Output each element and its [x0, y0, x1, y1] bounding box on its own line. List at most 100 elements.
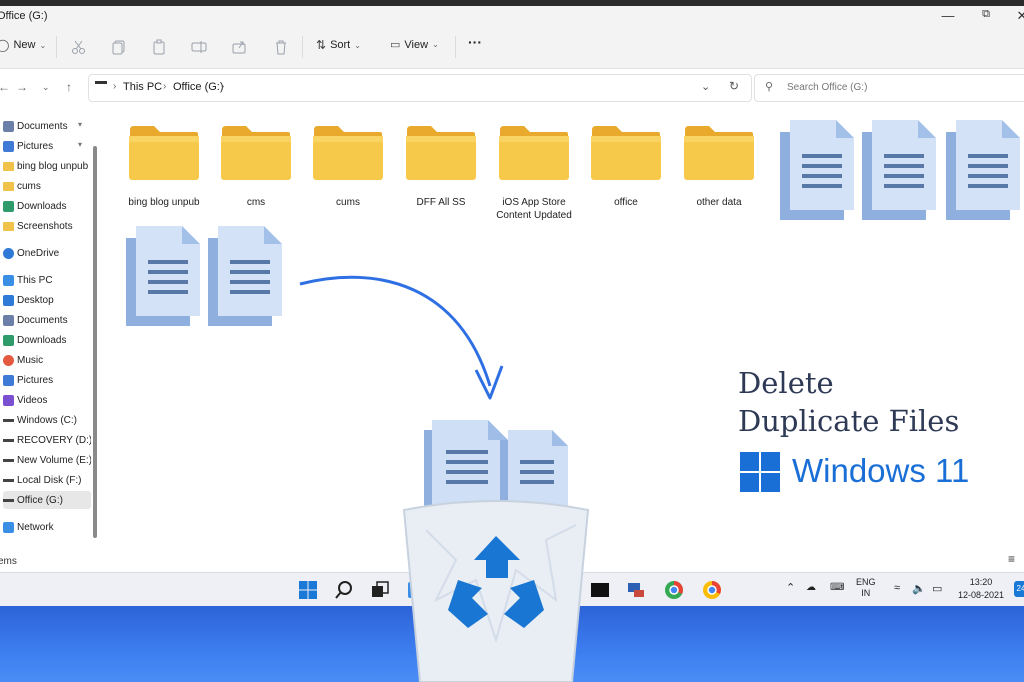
pc-icon — [95, 81, 107, 92]
sidebar-item-music[interactable]: Music — [3, 351, 91, 369]
chrome-profile-icon[interactable] — [702, 580, 722, 600]
pin-icon: ▾ — [78, 120, 83, 129]
sort-button[interactable]: ⇅ Sort ⌄ — [316, 38, 361, 52]
view-icon: ▭ — [390, 39, 401, 51]
search-input[interactable]: ⚲ Search Office (G:) — [754, 74, 1024, 102]
notification-badge[interactable]: 24 — [1014, 581, 1024, 597]
windows-11-wordmark: Windows 11 — [792, 452, 970, 489]
share-icon[interactable] — [230, 38, 248, 56]
downloads-icon — [3, 200, 14, 212]
sidebar-item-label: Local Disk (F:) — [17, 474, 82, 486]
drive-icon — [3, 498, 14, 502]
restore-icon[interactable]: ⧉ — [978, 8, 994, 21]
pc-icon — [3, 274, 14, 286]
clock[interactable]: 13:20 12-08-2021 — [958, 576, 1004, 602]
promo-line-2: Duplicate Files — [738, 404, 960, 438]
sidebar-item-videos[interactable]: Videos — [3, 391, 91, 409]
new-button[interactable]: ◯ New ⌄ — [0, 38, 46, 52]
sidebar-item-downloads[interactable]: Downloads — [3, 331, 91, 349]
keyboard-icon[interactable]: ⌨ — [830, 582, 844, 593]
delete-icon[interactable] — [272, 38, 290, 56]
refresh-icon[interactable]: ↻ — [729, 79, 739, 93]
sidebar-item-cums[interactable]: cums — [3, 177, 91, 195]
command-bar: ◯ New ⌄ ⇅ Sort ⌄ ▭ View ⌄ ··· — [0, 28, 1024, 69]
back-icon[interactable]: ← — [0, 80, 10, 94]
toolbar-divider — [56, 36, 57, 58]
folder-name: DFF All SS — [416, 197, 466, 208]
breadcrumb-this-pc[interactable]: This PC — [123, 81, 162, 93]
volume-icon[interactable]: 🔈 — [912, 582, 926, 595]
wifi-icon[interactable]: ≈ — [894, 582, 900, 594]
folder-icon — [313, 126, 383, 180]
copy-icon[interactable] — [110, 38, 128, 56]
document-icon[interactable] — [778, 118, 856, 222]
sidebar-item-network[interactable]: Network — [3, 518, 91, 536]
sidebar-item-downloads[interactable]: Downloads — [3, 197, 91, 215]
sidebar-item-recovery-d[interactable]: RECOVERY (D:) — [3, 431, 91, 449]
sidebar-scrollbar[interactable] — [93, 146, 97, 538]
new-icon: ◯ — [0, 38, 10, 52]
sidebar-item-documents[interactable]: Documents — [3, 311, 91, 329]
folder-icon — [684, 126, 754, 180]
sidebar-item-onedrive[interactable]: OneDrive — [3, 244, 91, 262]
breadcrumb-separator: › — [163, 81, 167, 92]
pictures-icon — [3, 374, 14, 386]
sidebar-item-new-volume-e[interactable]: New Volume (E:) — [3, 451, 91, 469]
sidebar-item-local-disk-f[interactable]: Local Disk (F:) — [3, 471, 91, 489]
sidebar-item-label: New Volume (E:) — [17, 454, 91, 466]
sidebar-item-this-pc[interactable]: This PC — [3, 271, 91, 289]
address-dropdown-icon[interactable]: ⌄ — [701, 80, 710, 93]
start-icon[interactable] — [298, 580, 318, 600]
close-icon[interactable]: ✕ — [1014, 8, 1024, 24]
videos-icon — [3, 394, 14, 406]
up-icon[interactable]: ↑ — [66, 80, 72, 94]
sidebar-item-office-g[interactable]: Office (G:) — [3, 491, 91, 509]
chrome-profile-icon[interactable] — [664, 580, 684, 600]
search-icon[interactable] — [334, 580, 354, 600]
language-indicator[interactable]: ENG IN — [856, 577, 876, 599]
cut-icon[interactable] — [70, 38, 88, 56]
sidebar-item-screenshots[interactable]: Screenshots — [3, 217, 91, 235]
sidebar-item-bing-blog-unpub[interactable]: bing blog unpub — [3, 157, 91, 175]
battery-icon[interactable]: ▭ — [932, 582, 942, 595]
document-icon[interactable] — [944, 118, 1022, 222]
folder-name: other data — [696, 197, 742, 208]
sidebar-item-pictures[interactable]: Pictures — [3, 371, 91, 389]
document-icon[interactable] — [124, 224, 202, 328]
sidebar-item-windows-c[interactable]: Windows (C:) — [3, 411, 91, 429]
drive-icon — [3, 478, 14, 482]
sidebar-item-label: Desktop — [17, 294, 54, 306]
recent-chevron-icon[interactable]: ⌄ — [42, 82, 50, 93]
address-input[interactable]: › This PC › Office (G:) › ⌄ ↻ — [88, 74, 752, 102]
forward-icon[interactable]: → — [16, 80, 28, 94]
document-icon[interactable] — [206, 224, 284, 328]
breadcrumb-office[interactable]: Office (G:) — [173, 81, 224, 93]
document-icon[interactable] — [860, 118, 938, 222]
drive-icon — [3, 438, 14, 442]
search-icon: ⚲ — [765, 81, 774, 93]
sidebar-item-label: Screenshots — [17, 220, 73, 232]
view-button[interactable]: ▭ View ⌄ — [390, 38, 439, 52]
folder-name: iOS App Store Content Updated — [496, 197, 572, 221]
title-bar: Office (G:) — ⧉ ✕ — [0, 6, 1024, 28]
chevron-down-icon: ⌄ — [432, 40, 439, 49]
onedrive-icon[interactable]: ☁ — [806, 582, 816, 593]
rename-icon[interactable] — [190, 38, 208, 56]
address-row: ← → ⌄ ↑ › This PC › Office (G:) › ⌄ ↻ ⚲ … — [0, 69, 1024, 107]
sort-icon: ⇅ — [316, 38, 327, 52]
music-icon — [3, 354, 14, 366]
minimize-icon[interactable]: — — [940, 8, 956, 23]
task-view-icon[interactable] — [370, 580, 390, 600]
sidebar-item-desktop[interactable]: Desktop — [3, 291, 91, 309]
more-options-button[interactable]: ··· — [468, 34, 482, 50]
recycle-bin-graphic — [402, 420, 590, 682]
folder-icon — [3, 221, 14, 231]
folder-name: cums — [336, 197, 360, 208]
network-app-icon[interactable] — [626, 580, 646, 600]
drive-icon — [3, 418, 14, 422]
window-title: Office (G:) — [0, 10, 48, 22]
paste-icon[interactable] — [150, 38, 168, 56]
documents-icon — [3, 314, 14, 326]
view-label: View — [404, 38, 429, 51]
chevron-up-icon[interactable]: ⌃ — [786, 581, 795, 594]
